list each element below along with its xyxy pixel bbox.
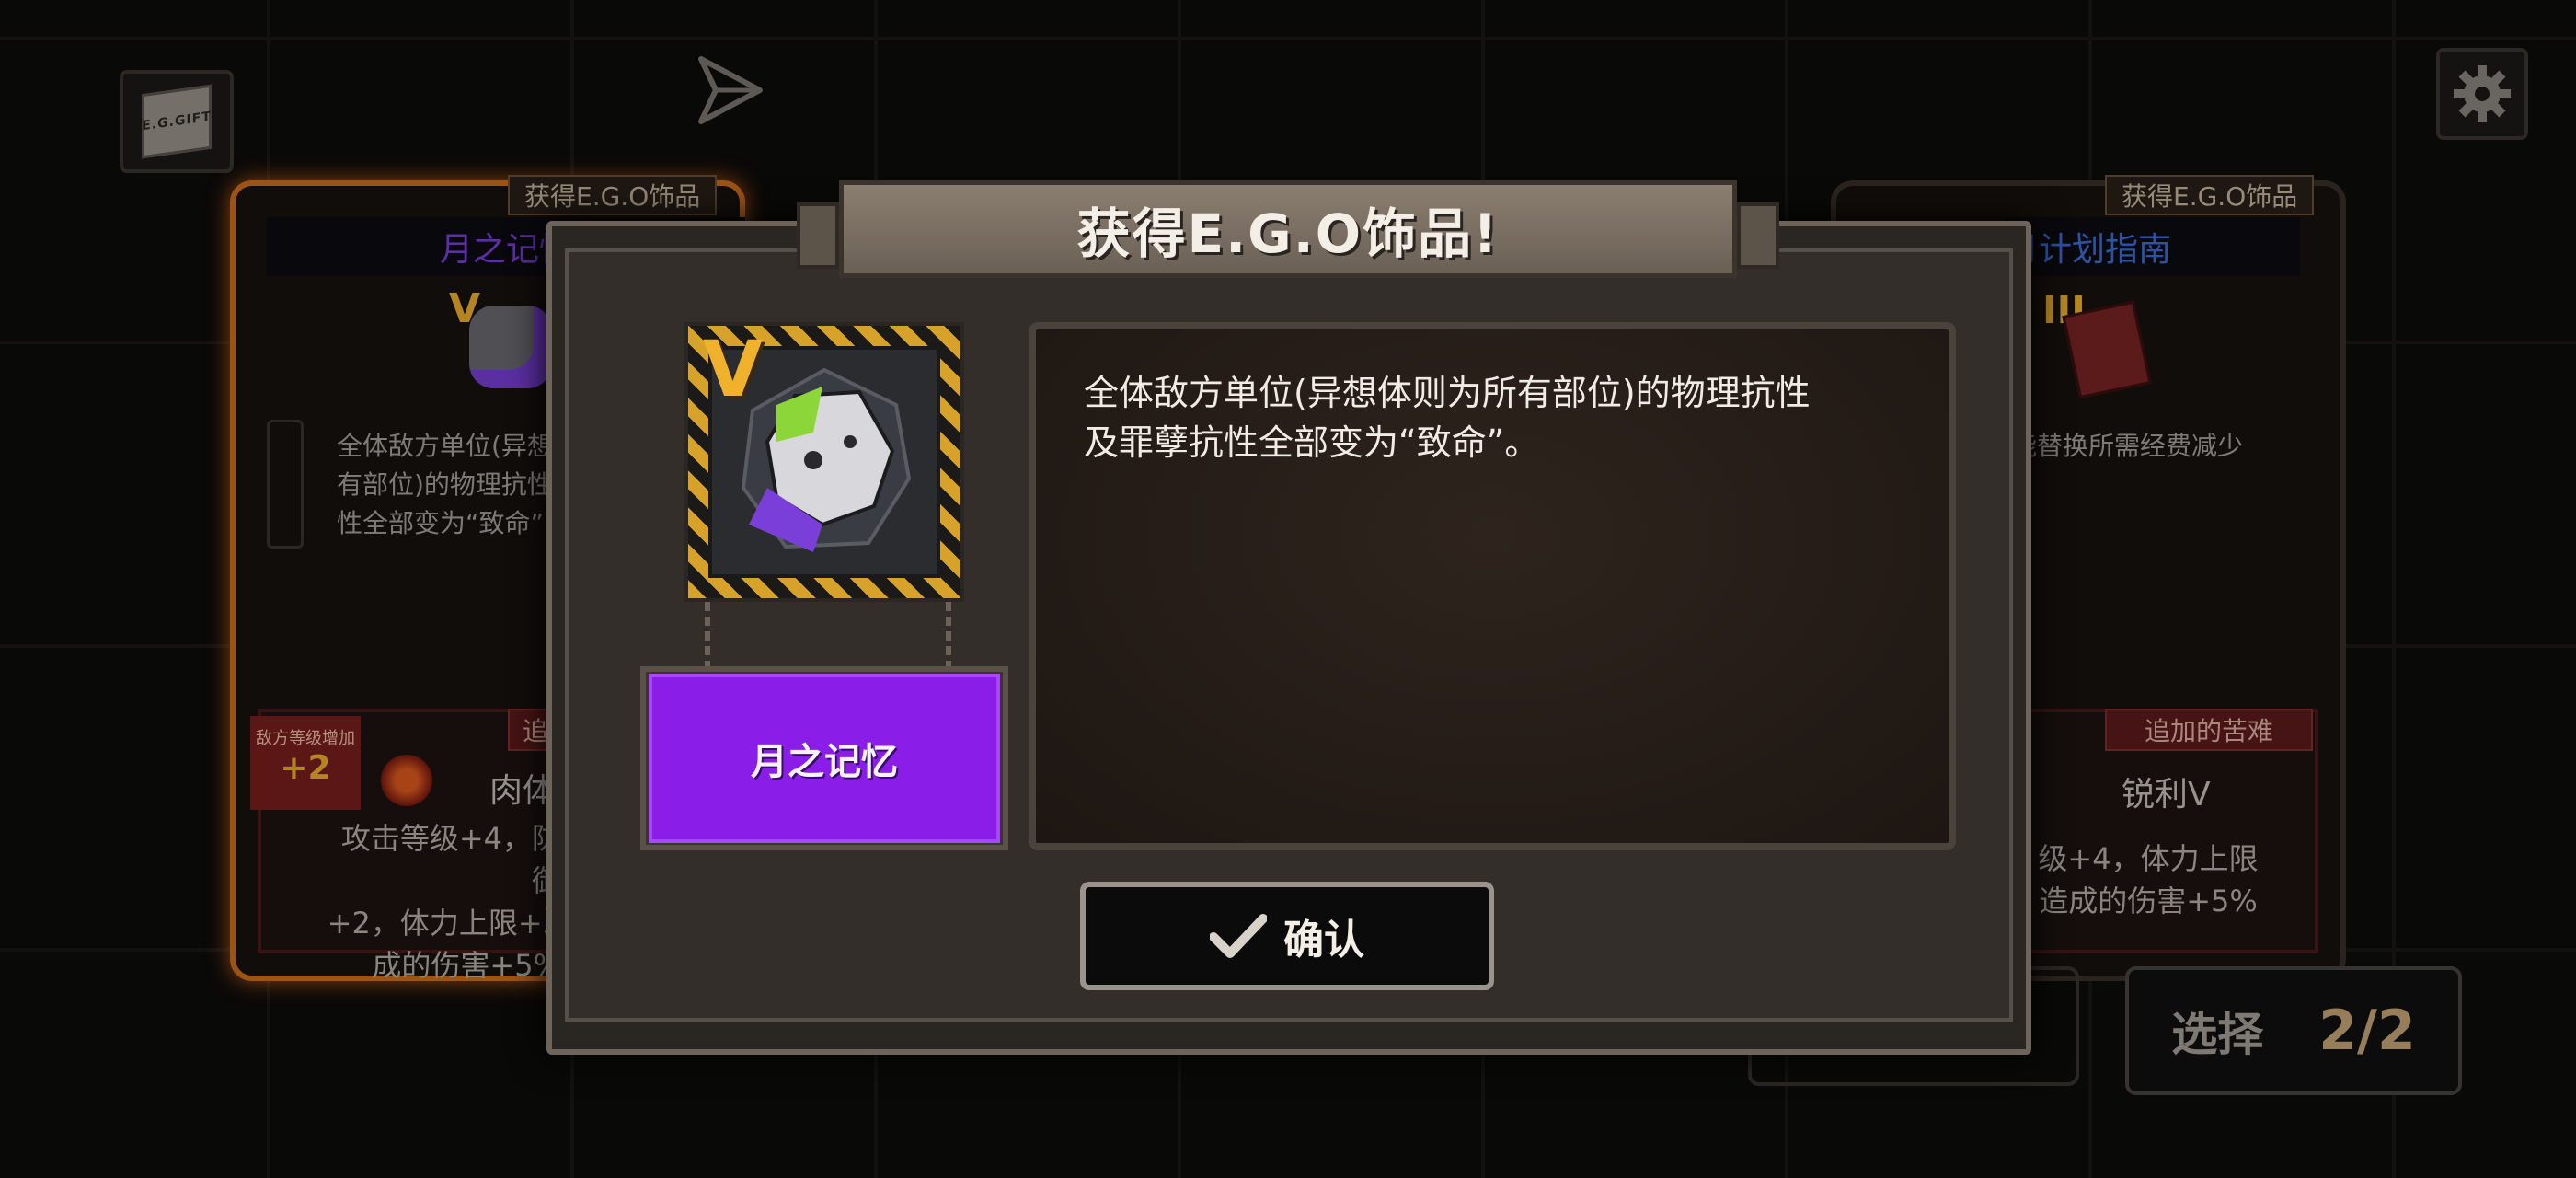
description-line: 及罪孽抗性全部变为“致命”。 xyxy=(1084,422,1540,463)
gift-description: 全体敌方单位(异想体则为所有部位)的物理抗性 及罪孽抗性全部变为“致命”。 xyxy=(1084,368,1912,468)
plaque-end-left xyxy=(797,202,839,269)
modal-title-plaque: 获得E.G.O饰品! xyxy=(839,180,1737,278)
plaque-end-right xyxy=(1737,202,1779,269)
gift-tier-badge: V xyxy=(703,324,764,414)
confirm-button[interactable]: 确认 xyxy=(1080,882,1494,990)
check-icon xyxy=(1210,914,1267,958)
description-line: 全体敌方单位(异想体则为所有部位)的物理抗性 xyxy=(1084,373,1811,413)
chain-right xyxy=(946,602,951,668)
chain-left xyxy=(705,602,710,668)
modal-title: 获得E.G.O饰品! xyxy=(1076,202,1500,265)
gift-name: 月之记忆 xyxy=(649,674,1000,843)
gift-name-plate: 月之记忆 xyxy=(640,666,1008,850)
confirm-label: 确认 xyxy=(1283,917,1364,964)
